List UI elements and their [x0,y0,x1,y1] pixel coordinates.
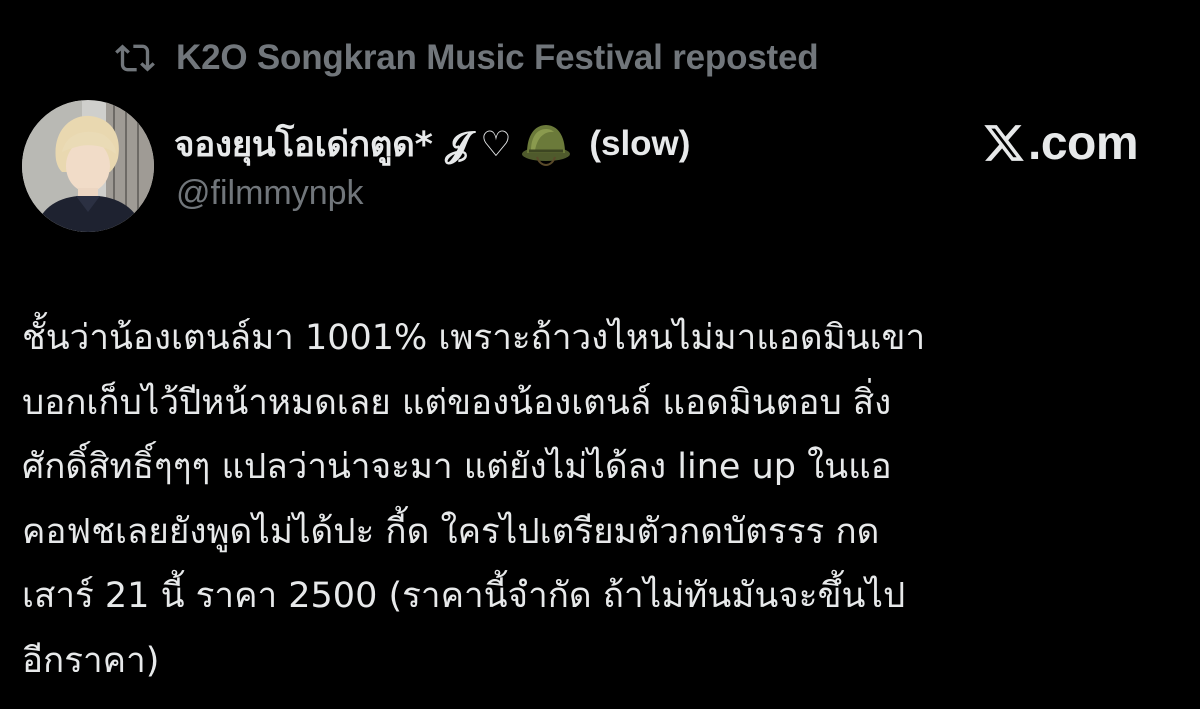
repost-label: K2O Songkran Music Festival reposted [176,38,819,77]
tweet-line: บอกเก็บไว้ปีหน้าหมดเลย แต่ของน้องเตนล์ แ… [22,382,892,423]
author-display-name: จองยุนโอเด่กตูด* 𝓙 ♡ [174,124,512,165]
watermark-domain: .com [1028,116,1139,170]
tweet-line: ชั้นว่าน้องเตนล์มา 1001% เพราะถ้าวงไหนไม… [22,318,926,358]
x-com-watermark: .com [982,113,1139,173]
tweet-line: คอฟชเลยยังพูดไม่ได้ปะ กี้ด ใครไปเตรียมตั… [22,511,880,552]
tweet-line: ศักดิ์สิทธิ์ๆๆๆ แปลว่าน่าจะมา แต่ยังไม่ไ… [22,447,892,487]
author-handle[interactable]: @filmmynpk [176,174,364,213]
x-logo-icon [984,125,1024,161]
repost-icon [115,44,155,72]
avatar-image [22,100,154,232]
repost-indicator[interactable]: K2O Songkran Music Festival reposted [112,36,819,80]
tweet-text: ชั้นว่าน้องเตนล์มา 1001% เพราะถ้าวงไหนไม… [22,306,1182,693]
tweet-line: เสาร์ 21 นี้ ราคา 2500 (ราคานี้จำกัด ถ้า… [22,576,906,616]
tweet-line: อีกราคา) [22,640,160,681]
profile-avatar[interactable] [22,100,154,232]
author-name-suffix: (slow) [589,124,691,163]
military-helmet-icon [522,125,571,167]
author-name-row[interactable]: จองยุนโอเด่กตูด* 𝓙 ♡ (slow) [174,116,690,172]
